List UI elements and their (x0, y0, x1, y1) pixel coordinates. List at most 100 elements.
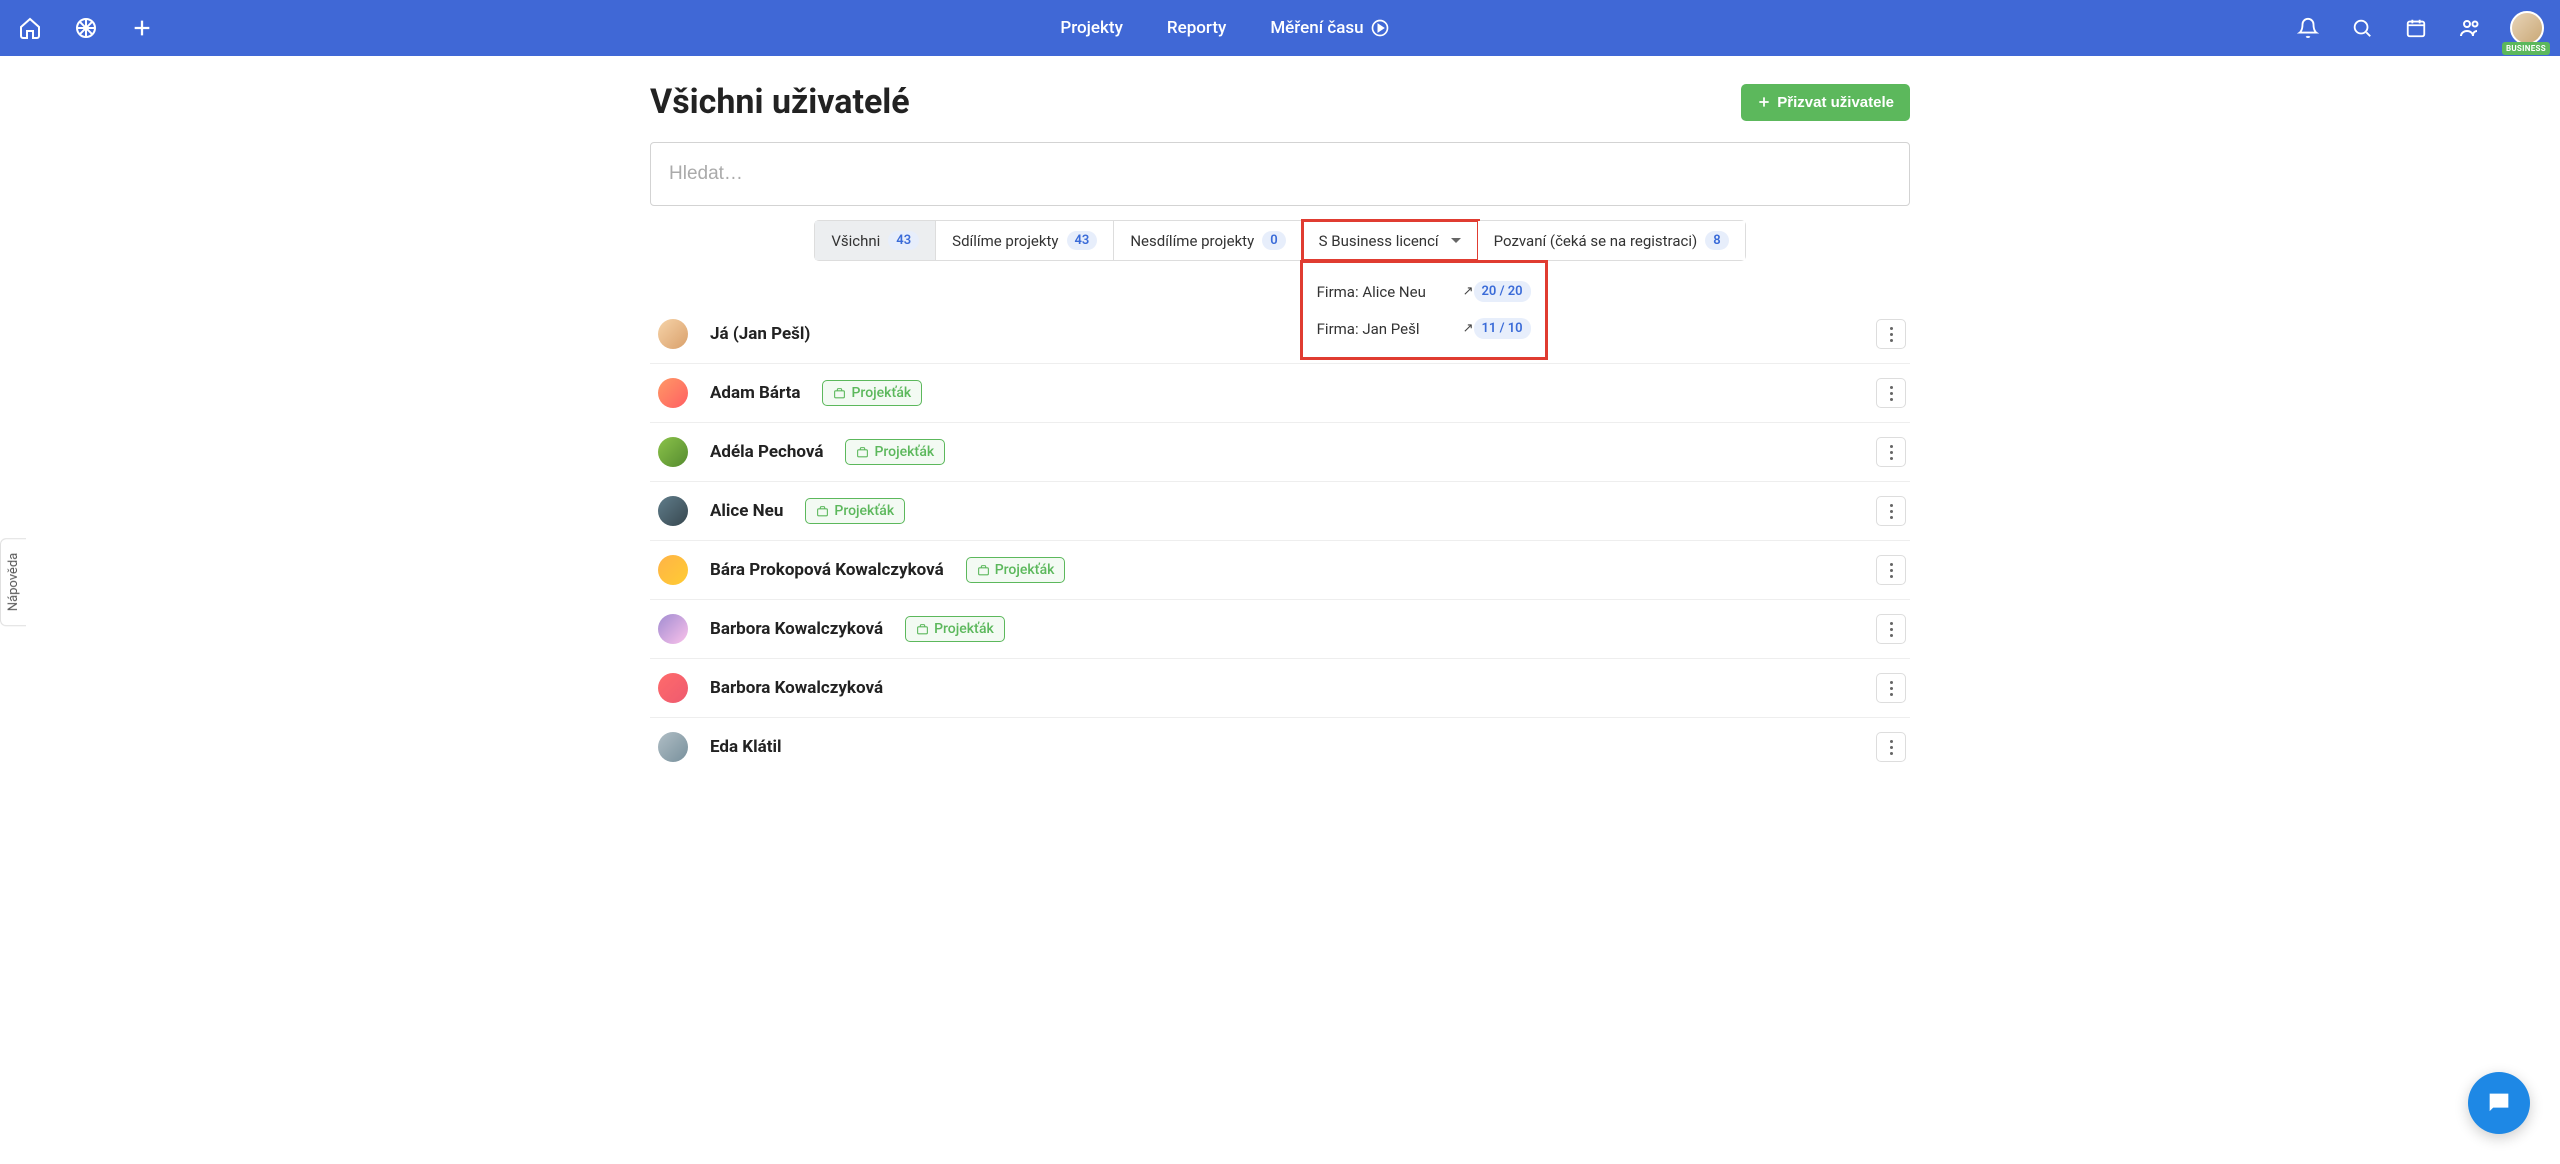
filter-tab-sharing[interactable]: Sdílíme projekty 43 (936, 221, 1114, 260)
avatar-icon (658, 437, 688, 467)
external-arrow-icon: ↗ (1463, 321, 1474, 336)
add-icon[interactable] (128, 14, 156, 42)
business-license-dropdown: Firma: Alice Neu ↗ 20 / 20 Firma: Jan Pe… (1300, 260, 1548, 360)
people-icon[interactable] (2456, 14, 2484, 42)
more-vertical-icon (1890, 386, 1893, 401)
filter-not-sharing-label: Nesdílíme projekty (1130, 232, 1254, 250)
filter-invited-label: Pozvaní (čeká se na registraci) (1494, 232, 1698, 250)
top-navigation: Projekty Reporty Měření času BUSINESS (0, 0, 2560, 56)
avatar-icon (658, 673, 688, 703)
user-avatar-menu[interactable]: BUSINESS (2510, 11, 2544, 45)
more-vertical-icon (1890, 681, 1893, 696)
user-row[interactable]: Barbora Kowalczyková (650, 659, 1910, 718)
filter-invited-count: 8 (1705, 231, 1728, 250)
more-vertical-icon (1890, 740, 1893, 755)
home-icon[interactable] (16, 14, 44, 42)
nav-reports[interactable]: Reporty (1167, 18, 1226, 38)
user-name: Eda Klátil (710, 737, 781, 757)
briefcase-icon (856, 446, 869, 459)
license-company-label: Firma: Jan Pešl (1317, 320, 1420, 338)
filter-tab-business-license[interactable]: S Business licencí Firma: Alice Neu ↗ 20… (1303, 221, 1478, 260)
avatar-icon (2510, 11, 2544, 45)
row-actions-button[interactable] (1876, 673, 1906, 703)
chevron-down-icon (1451, 238, 1461, 243)
row-actions-button[interactable] (1876, 614, 1906, 644)
avatar-icon (658, 378, 688, 408)
row-actions-button[interactable] (1876, 555, 1906, 585)
help-side-tab[interactable]: Nápověda (0, 538, 26, 626)
nav-timetracking-label: Měření času (1270, 18, 1363, 38)
role-tag: Projekťák (966, 557, 1066, 583)
user-row[interactable]: Já (Jan Pešl) (650, 305, 1910, 364)
row-actions-button[interactable] (1876, 437, 1906, 467)
license-company-row[interactable]: Firma: Alice Neu ↗ 20 / 20 (1303, 273, 1545, 310)
filter-sharing-label: Sdílíme projekty (952, 232, 1058, 250)
avatar-icon (658, 319, 688, 349)
license-company-count: 11 / 10 (1474, 318, 1531, 339)
filter-tab-all[interactable]: Všichni 43 (815, 221, 936, 260)
user-name: Já (Jan Pešl) (710, 324, 810, 344)
chat-fab[interactable] (2468, 1072, 2530, 1134)
role-tag: Projekťák (805, 498, 905, 524)
user-name: Alice Neu (710, 501, 783, 521)
row-actions-button[interactable] (1876, 496, 1906, 526)
briefcase-icon (916, 623, 929, 636)
user-name: Adam Bárta (710, 383, 800, 403)
briefcase-icon (977, 564, 990, 577)
filter-tabs: Všichni 43 Sdílíme projekty 43 Nesdílíme… (814, 220, 1745, 261)
filter-all-label: Všichni (831, 232, 880, 250)
filter-all-count: 43 (888, 231, 919, 250)
plus-icon (1757, 95, 1771, 109)
filter-tab-not-sharing[interactable]: Nesdílíme projekty 0 (1114, 221, 1302, 260)
more-vertical-icon (1890, 622, 1893, 637)
license-company-count: 20 / 20 (1474, 281, 1531, 302)
chat-icon (2485, 1089, 2513, 1117)
row-actions-button[interactable] (1876, 378, 1906, 408)
user-list: Já (Jan Pešl)Adam BártaProjekťákAdéla Pe… (650, 305, 1910, 776)
calendar-icon[interactable] (2402, 14, 2430, 42)
bell-icon[interactable] (2294, 14, 2322, 42)
avatar-icon (658, 732, 688, 762)
avatar-icon (658, 614, 688, 644)
nav-projects[interactable]: Projekty (1060, 18, 1123, 38)
page-header: Všichni uživatelé Přizvat uživatele (650, 82, 1910, 122)
license-company-row[interactable]: Firma: Jan Pešl ↗ 11 / 10 (1303, 310, 1545, 347)
user-row[interactable]: Alice Neu Projekťák (650, 482, 1910, 541)
more-vertical-icon (1890, 445, 1893, 460)
business-badge: BUSINESS (2502, 42, 2550, 55)
user-name: Adéla Pechová (710, 442, 823, 462)
user-row[interactable]: Eda Klátil (650, 718, 1910, 776)
role-tag: Projekťák (845, 439, 945, 465)
play-icon (1370, 18, 1390, 38)
wheel-icon[interactable] (72, 14, 100, 42)
nav-timetracking[interactable]: Měření času (1270, 18, 1389, 38)
search-icon[interactable] (2348, 14, 2376, 42)
role-tag: Projekťák (905, 616, 1005, 642)
invite-user-label: Přizvat uživatele (1777, 94, 1894, 111)
filter-tab-invited[interactable]: Pozvaní (čeká se na registraci) 8 (1478, 221, 1745, 260)
filter-business-label: S Business licencí (1319, 232, 1439, 250)
more-vertical-icon (1890, 563, 1893, 578)
external-arrow-icon: ↗ (1463, 284, 1474, 299)
user-row[interactable]: Adéla Pechová Projekťák (650, 423, 1910, 482)
topbar-center-nav: Projekty Reporty Měření času (156, 18, 2294, 38)
row-actions-button[interactable] (1876, 732, 1906, 762)
avatar-icon (658, 496, 688, 526)
user-name: Bára Prokopová Kowalczyková (710, 560, 944, 580)
avatar-icon (658, 555, 688, 585)
topbar-right-group: BUSINESS (2294, 11, 2544, 45)
invite-user-button[interactable]: Přizvat uživatele (1741, 84, 1910, 121)
license-company-label: Firma: Alice Neu (1317, 283, 1426, 301)
user-name: Barbora Kowalczyková (710, 678, 883, 698)
user-row[interactable]: Bára Prokopová Kowalczyková Projekťák (650, 541, 1910, 600)
filter-sharing-count: 43 (1067, 231, 1098, 250)
user-row[interactable]: Adam Bárta Projekťák (650, 364, 1910, 423)
main-content: Všichni uživatelé Přizvat uživatele Všic… (650, 56, 1910, 816)
user-row[interactable]: Barbora KowalczykováProjekťák (650, 600, 1910, 659)
search-input[interactable] (650, 142, 1910, 206)
filter-tabs-row: Všichni 43 Sdílíme projekty 43 Nesdílíme… (650, 220, 1910, 261)
row-actions-button[interactable] (1876, 319, 1906, 349)
filter-not-sharing-count: 0 (1262, 231, 1285, 250)
briefcase-icon (833, 387, 846, 400)
role-tag: Projekťák (822, 380, 922, 406)
